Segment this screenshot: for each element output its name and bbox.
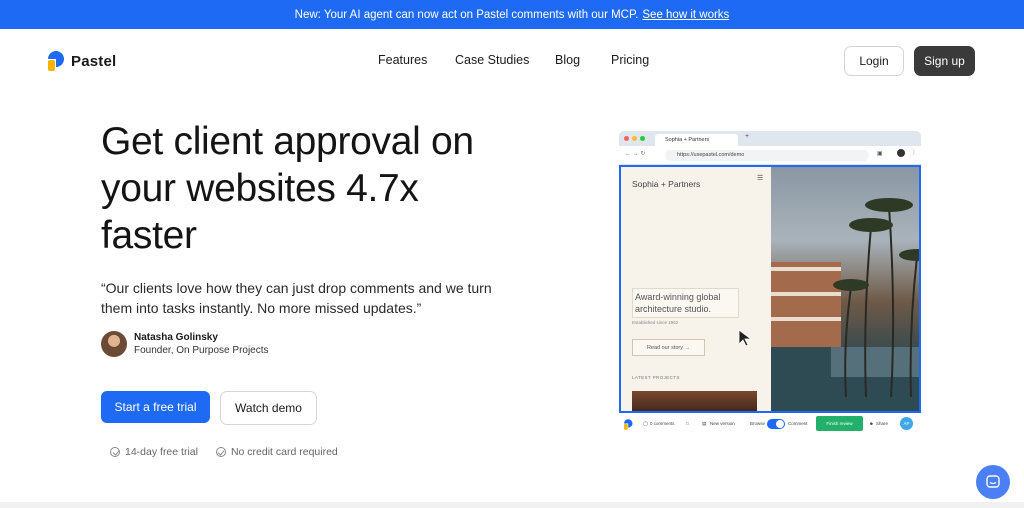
author-avatar (101, 331, 127, 357)
chat-icon (986, 475, 1000, 488)
more-icon: ⋮ (911, 150, 917, 156)
document-icon: ▤ (702, 421, 707, 426)
minimize-dot-icon (632, 136, 637, 141)
brand-logo[interactable]: Pastel (48, 51, 116, 71)
perk-label: No credit card required (230, 446, 338, 458)
chat-launcher-button[interactable] (976, 465, 1010, 499)
mockup-share-label: Share (876, 421, 889, 426)
testimonial-quote: “Our clients love how they can just drop… (101, 280, 492, 316)
close-dot-icon (624, 136, 629, 141)
monitor-icon: □ (686, 421, 689, 426)
nav-link-blog[interactable]: Blog (555, 53, 611, 67)
announcement-text: New: Your AI agent can now act on Pastel… (294, 8, 639, 21)
resort-photo-illustration (771, 198, 919, 411)
mockup-story-button: Read our story → (632, 339, 705, 356)
hero-title: Get client approval on your websites 4.7… (101, 118, 541, 259)
login-button[interactable]: Login (844, 46, 904, 76)
start-free-trial-button[interactable]: Start a free trial (101, 391, 210, 423)
perk-no-card: No credit card required (215, 446, 338, 458)
mockup-user-avatar: AP (900, 417, 913, 430)
trial-perks: 14-day free trial No credit card require… (110, 446, 338, 458)
perk-free-trial: 14-day free trial (110, 446, 198, 458)
mockup-finish-review: Finish review (816, 416, 863, 431)
nav-links: Features Case Studies Blog Pricing (378, 53, 649, 67)
mockup-established: Established since 1962 (632, 320, 679, 325)
pastel-logo-icon (48, 51, 64, 71)
mockup-hero-photo (771, 167, 919, 411)
mockup-tab-strip: Sophia + Partners + (619, 131, 921, 146)
extension-icon: ▣ (877, 151, 883, 157)
mockup-browse-label: Browse (750, 421, 766, 426)
author-role: Founder, On Purpose Projects (134, 345, 269, 356)
announcement-bar: New: Your AI agent can now act on Pastel… (0, 0, 1024, 29)
mockup-headline: Award-winning global architecture studio… (632, 288, 739, 318)
brand-name: Pastel (71, 52, 117, 70)
mockup-latest-label: LATEST PROJECTS (632, 375, 680, 380)
mockup-new-version: New version (710, 421, 735, 426)
mockup-url-bar: ← → ↻ https://usepastel.com/demo ▣ ⋮ (619, 146, 921, 165)
mockup-project-thumbnail (632, 391, 757, 411)
perk-label: 14-day free trial (125, 446, 198, 458)
pastel-logo-icon (624, 419, 633, 430)
mockup-tab: Sophia + Partners (655, 134, 738, 146)
check-circle-icon (215, 447, 226, 457)
hero-title-line-3: faster (101, 214, 197, 257)
mockup-review-toolbar: ◯ 0 comments □ ▤ New version Browse Comm… (619, 415, 921, 435)
comment-icon: ◯ (643, 421, 649, 426)
mockup-comment-label: Comment (788, 421, 808, 426)
nav-arrows-icon: ← → ↻ (625, 151, 646, 157)
mockup-url: https://usepastel.com/demo (665, 150, 869, 161)
mode-toggle (767, 419, 785, 429)
profile-icon (897, 149, 905, 157)
hamburger-icon: ☰ (757, 175, 764, 182)
maximize-dot-icon (640, 136, 645, 141)
nav-link-pricing[interactable]: Pricing (611, 53, 649, 67)
mockup-site-panel: Sophia + Partners ☰ Award-winning global… (621, 167, 771, 411)
hero-title-line-2: your websites 4.7x (101, 167, 419, 210)
author-name: Natasha Golinsky (134, 332, 218, 343)
cursor-icon (738, 329, 753, 347)
watch-demo-button[interactable]: Watch demo (220, 391, 317, 425)
signup-button[interactable]: Sign up (914, 46, 975, 76)
next-section-edge (0, 502, 1024, 508)
new-tab-icon: + (745, 133, 750, 140)
share-icon: ☻ (869, 421, 874, 426)
product-mockup: Sophia + Partners + ← → ↻ https://usepas… (619, 131, 921, 435)
check-circle-icon (110, 447, 120, 457)
nav-link-case-studies[interactable]: Case Studies (455, 53, 555, 67)
announcement-link[interactable]: See how it works (642, 9, 729, 21)
nav-link-features[interactable]: Features (378, 53, 455, 67)
mockup-page: Sophia + Partners ☰ Award-winning global… (619, 165, 921, 413)
mockup-site-brand: Sophia + Partners (632, 179, 701, 189)
mockup-comments-count: 0 comments (650, 421, 675, 426)
hero-title-line-1: Get client approval on (101, 120, 474, 163)
testimonial-author: Natasha Golinsky Founder, On Purpose Pro… (101, 331, 269, 357)
